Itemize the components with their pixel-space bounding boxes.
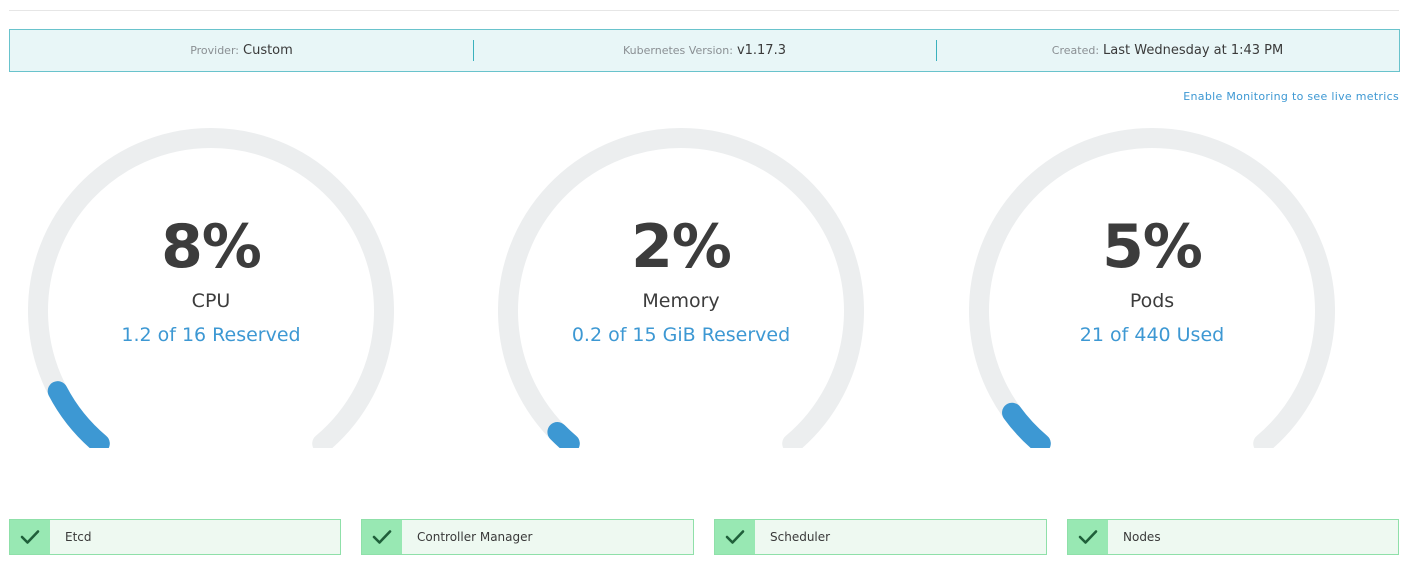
created-info: Created: Last Wednesday at 1:43 PM xyxy=(936,30,1399,71)
cpu-label: CPU xyxy=(191,290,231,312)
cluster-info-bar: Provider: Custom Kubernetes Version: v1.… xyxy=(9,29,1400,72)
cpu-gauge: 8% CPU 1.2 of 16 Reserved xyxy=(28,128,394,448)
enable-monitoring-link[interactable]: Enable Monitoring to see live metrics xyxy=(1183,90,1399,103)
pods-label: Pods xyxy=(1129,290,1175,312)
provider-label: Provider: xyxy=(190,44,239,57)
memory-percent: 2% xyxy=(631,212,732,282)
checkmark-icon xyxy=(362,520,402,554)
status-scheduler-label: Scheduler xyxy=(770,530,831,544)
status-controller-manager: Controller Manager xyxy=(361,519,694,555)
created-value: Last Wednesday at 1:43 PM xyxy=(1103,43,1284,58)
checkmark-icon xyxy=(1068,520,1108,554)
status-controller-manager-label: Controller Manager xyxy=(417,530,533,544)
status-etcd-label: Etcd xyxy=(65,530,92,544)
pods-percent: 5% xyxy=(1102,212,1203,282)
kubernetes-version-value: v1.17.3 xyxy=(736,43,786,58)
memory-gauge: 2% Memory 0.2 of 15 GiB Reserved xyxy=(498,128,864,448)
provider-value: Custom xyxy=(243,43,293,58)
pods-gauge-arc xyxy=(969,128,1335,448)
kubernetes-version-info: Kubernetes Version: v1.17.3 xyxy=(473,30,936,71)
provider-info: Provider: Custom xyxy=(10,30,473,71)
gauge-value-arc xyxy=(1002,402,1051,448)
cpu-reserved: 1.2 of 16 Reserved xyxy=(121,324,301,346)
status-nodes: Nodes xyxy=(1067,519,1399,555)
status-nodes-label: Nodes xyxy=(1123,530,1161,544)
memory-reserved: 0.2 of 15 GiB Reserved xyxy=(571,324,791,346)
status-etcd: Etcd xyxy=(9,519,341,555)
top-divider xyxy=(9,10,1399,11)
gauge-value-arc xyxy=(47,381,110,448)
status-scheduler: Scheduler xyxy=(714,519,1047,555)
created-label: Created: xyxy=(1051,44,1100,57)
cpu-gauge-arc xyxy=(28,128,394,448)
kubernetes-version-label: Kubernetes Version: xyxy=(623,44,733,57)
memory-gauge-arc xyxy=(498,128,864,448)
pods-gauge: 5% Pods 21 of 440 Used xyxy=(969,128,1335,448)
memory-label: Memory xyxy=(642,290,720,312)
gauge-value-arc xyxy=(547,422,580,448)
checkmark-icon xyxy=(715,520,755,554)
pods-used: 21 of 440 Used xyxy=(1079,324,1225,346)
cpu-percent: 8% xyxy=(161,212,262,282)
checkmark-icon xyxy=(10,520,50,554)
